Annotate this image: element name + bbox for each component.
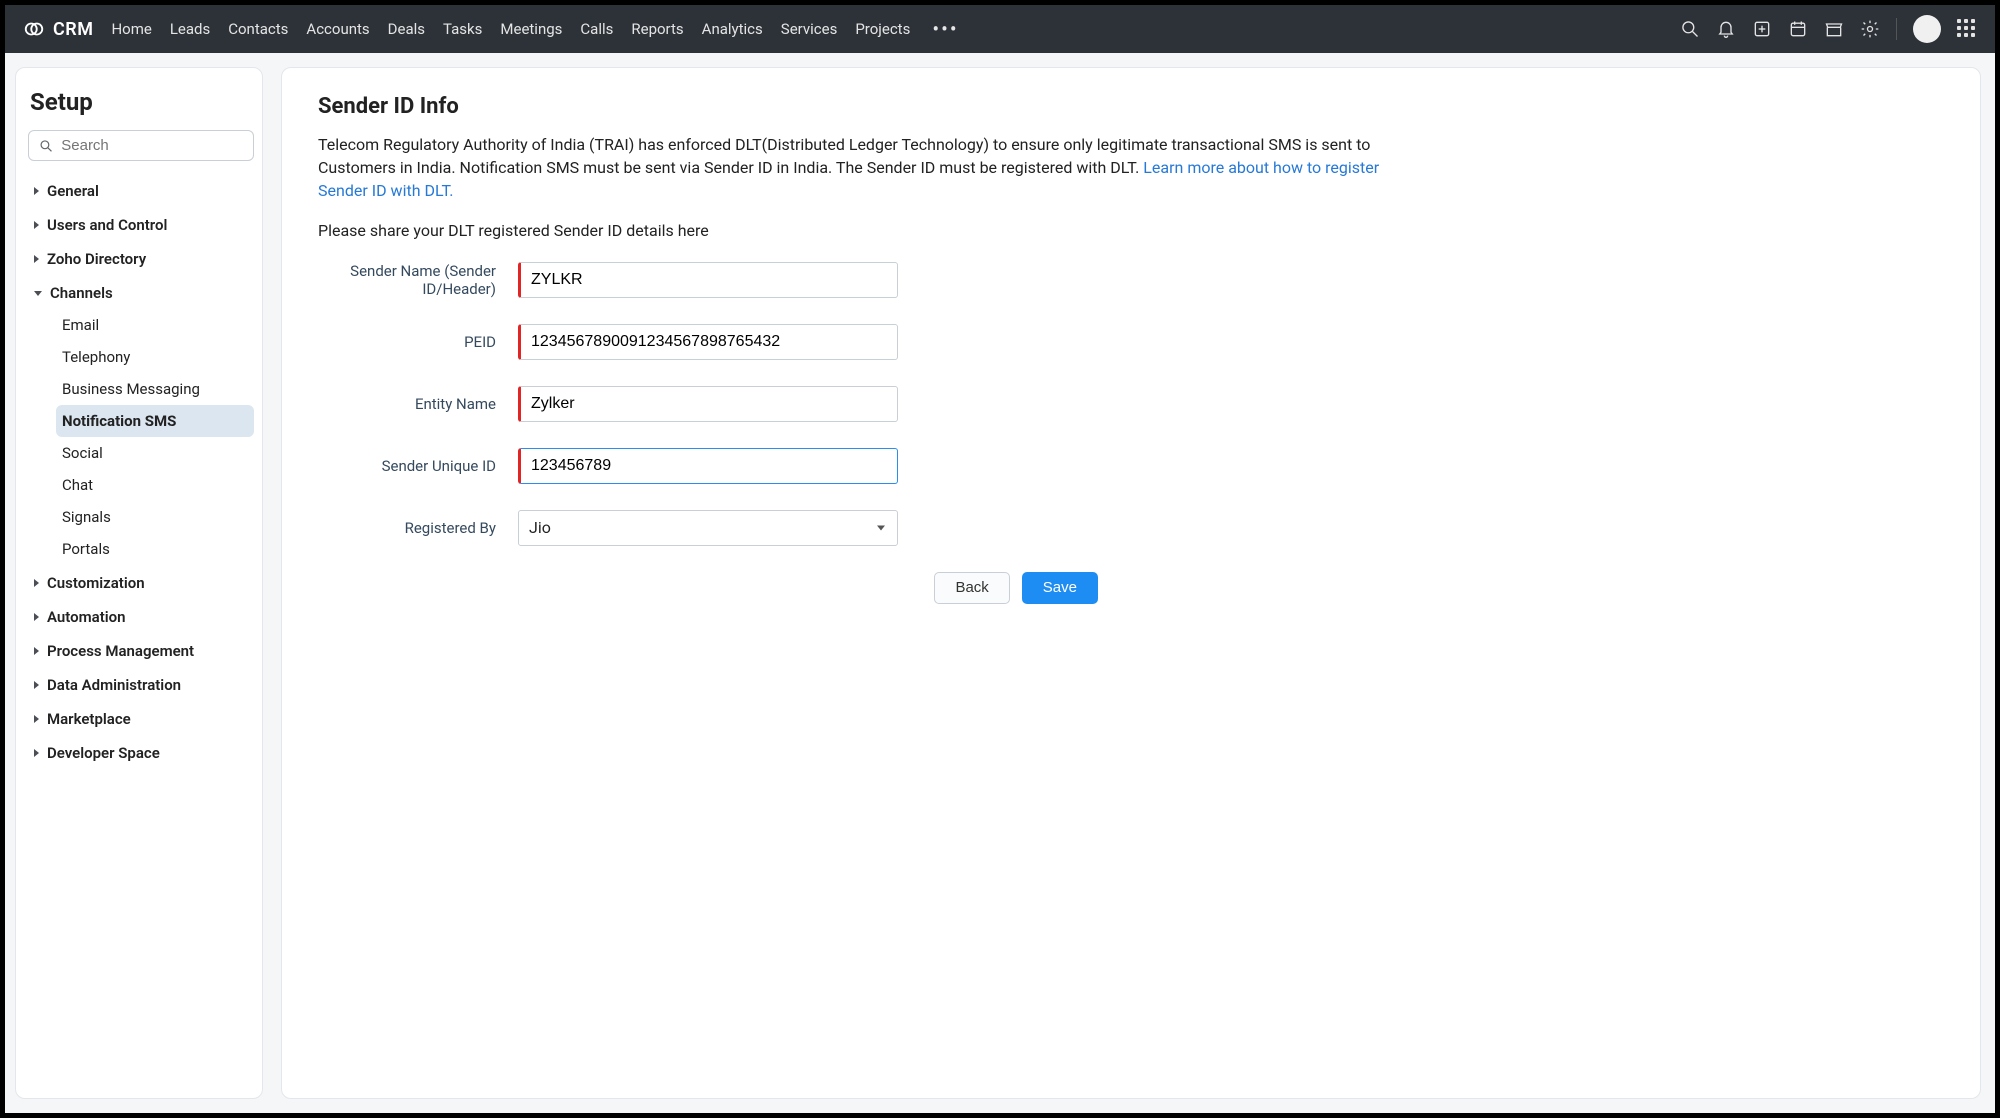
input-sender-unique-id[interactable] [518, 448, 898, 484]
sidebar-item-developer-space[interactable]: Developer Space [28, 737, 254, 769]
label-sender-unique-id: Sender Unique ID [318, 457, 518, 475]
sidebar-item-users-control[interactable]: Users and Control [28, 209, 254, 241]
sidebar-item-automation[interactable]: Automation [28, 601, 254, 633]
label-registered-by: Registered By [318, 519, 518, 537]
sidebar-item-zoho-directory[interactable]: Zoho Directory [28, 243, 254, 275]
nav-deals[interactable]: Deals [388, 20, 425, 38]
sidebar-sub-telephony[interactable]: Telephony [56, 341, 254, 373]
sidebar-sub-portals[interactable]: Portals [56, 533, 254, 565]
brand[interactable]: CRM [23, 18, 93, 40]
sidebar-sub-email[interactable]: Email [56, 309, 254, 341]
search-input[interactable] [61, 137, 243, 154]
input-sender-name[interactable] [518, 262, 898, 298]
nav-leads[interactable]: Leads [170, 20, 210, 38]
sidebar-search[interactable] [28, 130, 254, 161]
sidebar-item-marketplace[interactable]: Marketplace [28, 703, 254, 735]
sidebar-item-general[interactable]: General [28, 175, 254, 207]
sidebar-sub-business-messaging[interactable]: Business Messaging [56, 373, 254, 405]
separator [1896, 18, 1897, 40]
row-peid: PEID [318, 324, 1944, 360]
nav-tasks[interactable]: Tasks [443, 20, 482, 38]
input-peid[interactable] [518, 324, 898, 360]
nav-calls[interactable]: Calls [580, 20, 613, 38]
page-title: Sender ID Info [318, 94, 1944, 119]
input-entity-name[interactable] [518, 386, 898, 422]
chevron-down-icon [34, 291, 42, 296]
chevron-right-icon [34, 579, 39, 587]
row-registered-by: Registered By Jio [318, 510, 1944, 546]
search-icon[interactable] [1680, 19, 1700, 39]
sidebar-item-process-management[interactable]: Process Management [28, 635, 254, 667]
nav-home[interactable]: Home [111, 20, 151, 38]
brand-text: CRM [53, 19, 93, 40]
sidebar-sub-social[interactable]: Social [56, 437, 254, 469]
label-entity-name: Entity Name [318, 395, 518, 413]
label-sender-name: Sender Name (Sender ID/Header) [318, 262, 518, 298]
gear-icon[interactable] [1860, 19, 1880, 39]
sidebar-item-customization[interactable]: Customization [28, 567, 254, 599]
sidebar-item-data-administration[interactable]: Data Administration [28, 669, 254, 701]
row-sender-name: Sender Name (Sender ID/Header) [318, 262, 1944, 298]
chevron-right-icon [34, 187, 39, 195]
select-registered-by[interactable]: Jio [518, 510, 898, 546]
label-peid: PEID [318, 333, 518, 351]
search-icon [39, 138, 53, 154]
button-row: Back Save [518, 572, 1098, 604]
nav-reports[interactable]: Reports [631, 20, 683, 38]
sidebar-item-channels[interactable]: Channels [28, 277, 254, 309]
nav-services[interactable]: Services [781, 20, 838, 38]
back-button[interactable]: Back [934, 572, 1009, 604]
chevron-right-icon [34, 221, 39, 229]
marketplace-icon[interactable] [1824, 19, 1844, 39]
sidebar-sub-chat[interactable]: Chat [56, 469, 254, 501]
app-launcher-icon[interactable] [1957, 19, 1977, 39]
main-panel: Sender ID Info Telecom Regulatory Author… [281, 67, 1981, 1099]
sidebar: Setup General Users and Control Zoho Dir… [15, 67, 263, 1099]
page-hint: Please share your DLT registered Sender … [318, 221, 1944, 240]
add-note-icon[interactable] [1752, 19, 1772, 39]
sidebar-sub-notification-sms[interactable]: Notification SMS [56, 405, 254, 437]
caret-down-icon [877, 525, 885, 530]
chevron-right-icon [34, 255, 39, 263]
chevron-right-icon [34, 681, 39, 689]
page-description: Telecom Regulatory Authority of India (T… [318, 133, 1388, 203]
calendar-icon[interactable] [1788, 19, 1808, 39]
row-sender-unique-id: Sender Unique ID [318, 448, 1944, 484]
row-entity-name: Entity Name [318, 386, 1944, 422]
nav-analytics[interactable]: Analytics [702, 20, 763, 38]
sidebar-title: Setup [30, 88, 252, 116]
channels-sublist: Email Telephony Business Messaging Notif… [28, 309, 254, 565]
chevron-right-icon [34, 613, 39, 621]
save-button[interactable]: Save [1022, 572, 1098, 604]
brand-logo-icon [23, 18, 45, 40]
sidebar-sub-signals[interactable]: Signals [56, 501, 254, 533]
nav-meetings[interactable]: Meetings [500, 20, 562, 38]
nav-accounts[interactable]: Accounts [306, 20, 369, 38]
top-nav: CRM Home Leads Contacts Accounts Deals T… [5, 5, 1995, 53]
nav-projects[interactable]: Projects [855, 20, 910, 38]
avatar[interactable] [1913, 15, 1941, 43]
bell-icon[interactable] [1716, 19, 1736, 39]
chevron-right-icon [34, 749, 39, 757]
chevron-right-icon [34, 647, 39, 655]
chevron-right-icon [34, 715, 39, 723]
nav-more-icon[interactable]: ••• [928, 17, 962, 41]
nav-contacts[interactable]: Contacts [228, 20, 288, 38]
